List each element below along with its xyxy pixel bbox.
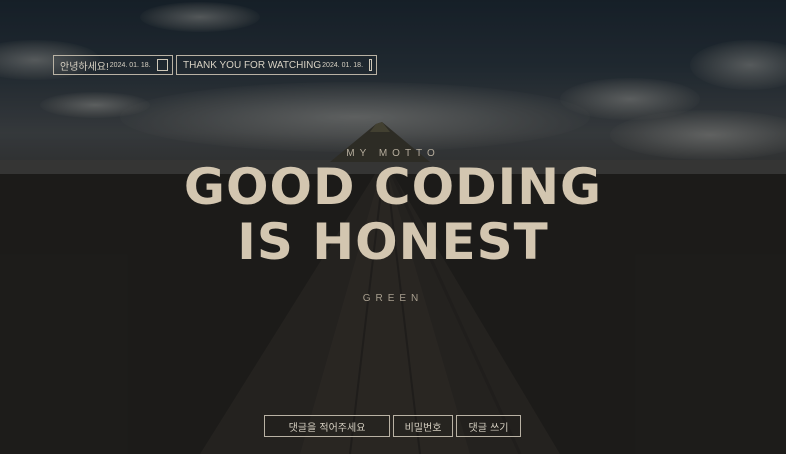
comment-input[interactable]: 댓글을 적어주세요: [264, 415, 390, 437]
notice-date: 2024. 01. 18.: [109, 61, 151, 69]
notice-item[interactable]: THANK YOU FOR WATCHING 2024. 01. 18.: [176, 55, 377, 75]
notice-item[interactable]: 안녕하세요! 2024. 01. 18.: [53, 55, 173, 75]
password-input[interactable]: 비밀번호: [393, 415, 453, 437]
notice-title[interactable]: THANK YOU FOR WATCHING: [183, 60, 321, 71]
submit-comment-label: 댓글 쓰기: [468, 422, 509, 434]
page: 안녕하세요! 2024. 01. 18. THANK YOU FOR WATCH…: [0, 0, 786, 454]
headline-line-2: IS HONEST: [237, 213, 549, 271]
comment-input-placeholder: 댓글을 적어주세요: [288, 422, 366, 434]
notice-open-button[interactable]: [369, 59, 372, 71]
submit-comment-button[interactable]: 댓글 쓰기: [456, 415, 521, 437]
notice-title[interactable]: 안녕하세요!: [60, 58, 109, 73]
hero-headline: GOOD CODING IS HONEST: [0, 160, 786, 270]
hero-subtitle: GREEN: [362, 293, 424, 304]
notice-open-button[interactable]: [156, 59, 168, 71]
notice-date: 2024. 01. 18.: [322, 61, 364, 69]
password-input-placeholder: 비밀번호: [404, 422, 442, 434]
headline-line-1: GOOD CODING: [183, 158, 603, 216]
